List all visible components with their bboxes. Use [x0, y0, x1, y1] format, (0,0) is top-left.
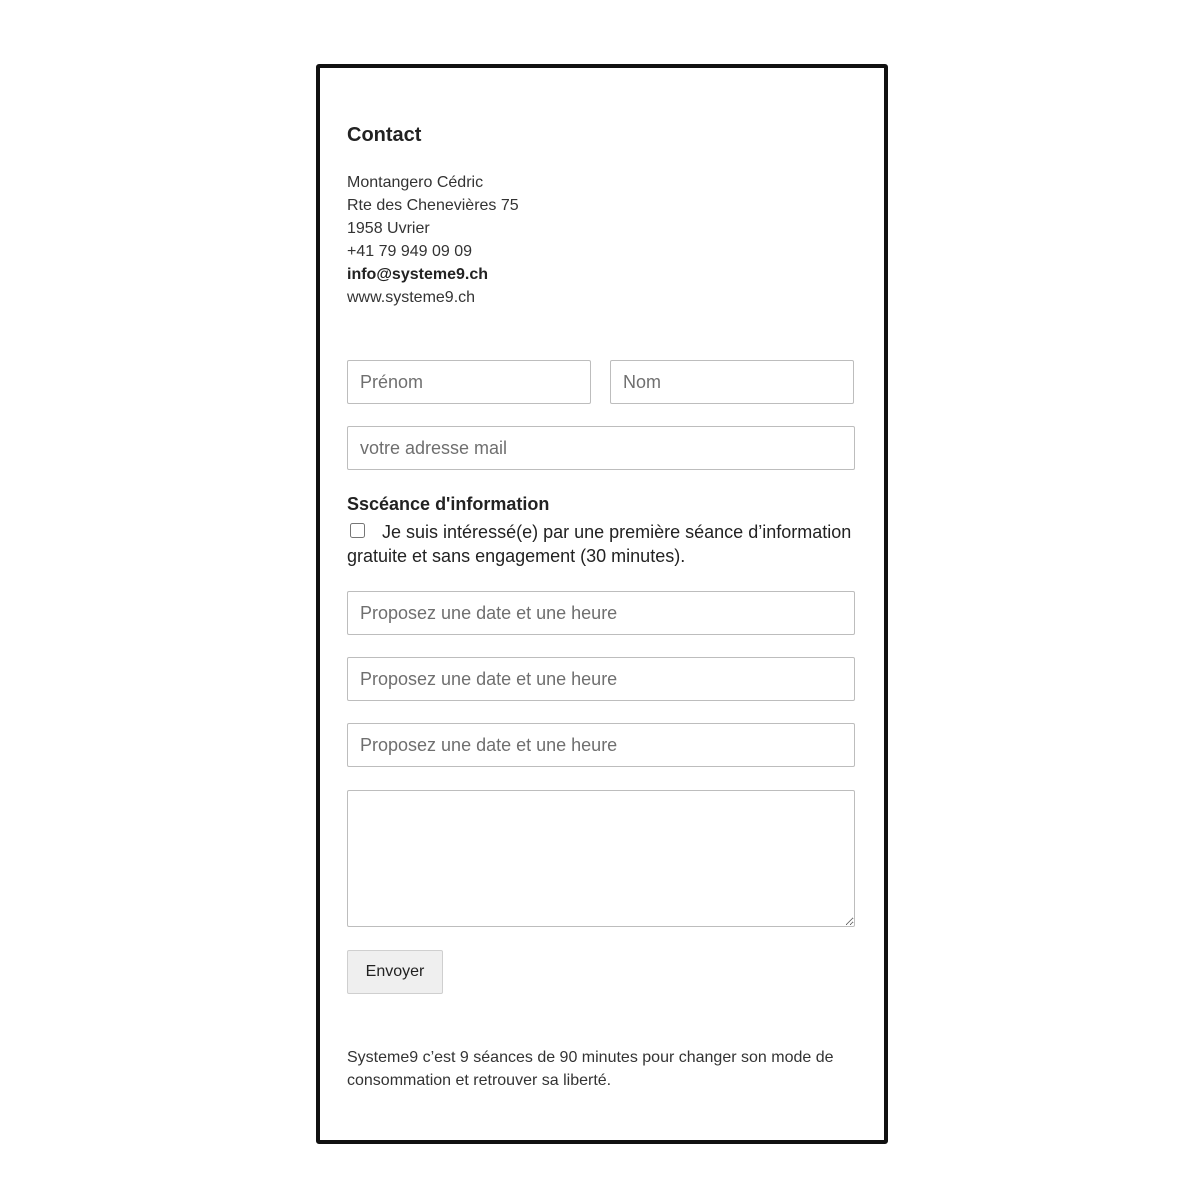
- contact-phone: +41 79 949 09 09: [347, 243, 473, 260]
- session-heading: Sscéance d'information: [347, 494, 550, 514]
- date-proposal-input-3[interactable]: [347, 723, 855, 767]
- contact-address: Montangero Cédric Rte des Chenevières 75…: [347, 171, 519, 309]
- consent-label[interactable]: Je suis intéressé(e) par une première sé…: [347, 522, 851, 566]
- email-input[interactable]: [347, 426, 855, 470]
- contact-street: Rte des Chenevières 75: [347, 197, 519, 214]
- message-textarea[interactable]: [347, 790, 855, 927]
- contact-city: 1958 Uvrier: [347, 220, 430, 237]
- contact-card: Contact Montangero Cédric Rte des Chenev…: [316, 64, 888, 1144]
- consent-checkbox[interactable]: [350, 523, 365, 538]
- first-name-input[interactable]: [347, 360, 591, 404]
- date-proposal-input-2[interactable]: [347, 657, 855, 701]
- date-proposal-input-1[interactable]: [347, 591, 855, 635]
- consent-row: Je suis intéressé(e) par une première sé…: [347, 520, 857, 568]
- footer-text: Systeme9 c’est 9 séances de 90 minutes p…: [347, 1049, 834, 1089]
- submit-button[interactable]: Envoyer: [347, 950, 443, 994]
- contact-email-link[interactable]: info@systeme9.ch: [347, 263, 519, 286]
- contact-website-link[interactable]: www.systeme9.ch: [347, 286, 519, 309]
- contact-name: Montangero Cédric: [347, 174, 484, 191]
- contact-heading: Contact: [347, 124, 422, 146]
- last-name-input[interactable]: [610, 360, 854, 404]
